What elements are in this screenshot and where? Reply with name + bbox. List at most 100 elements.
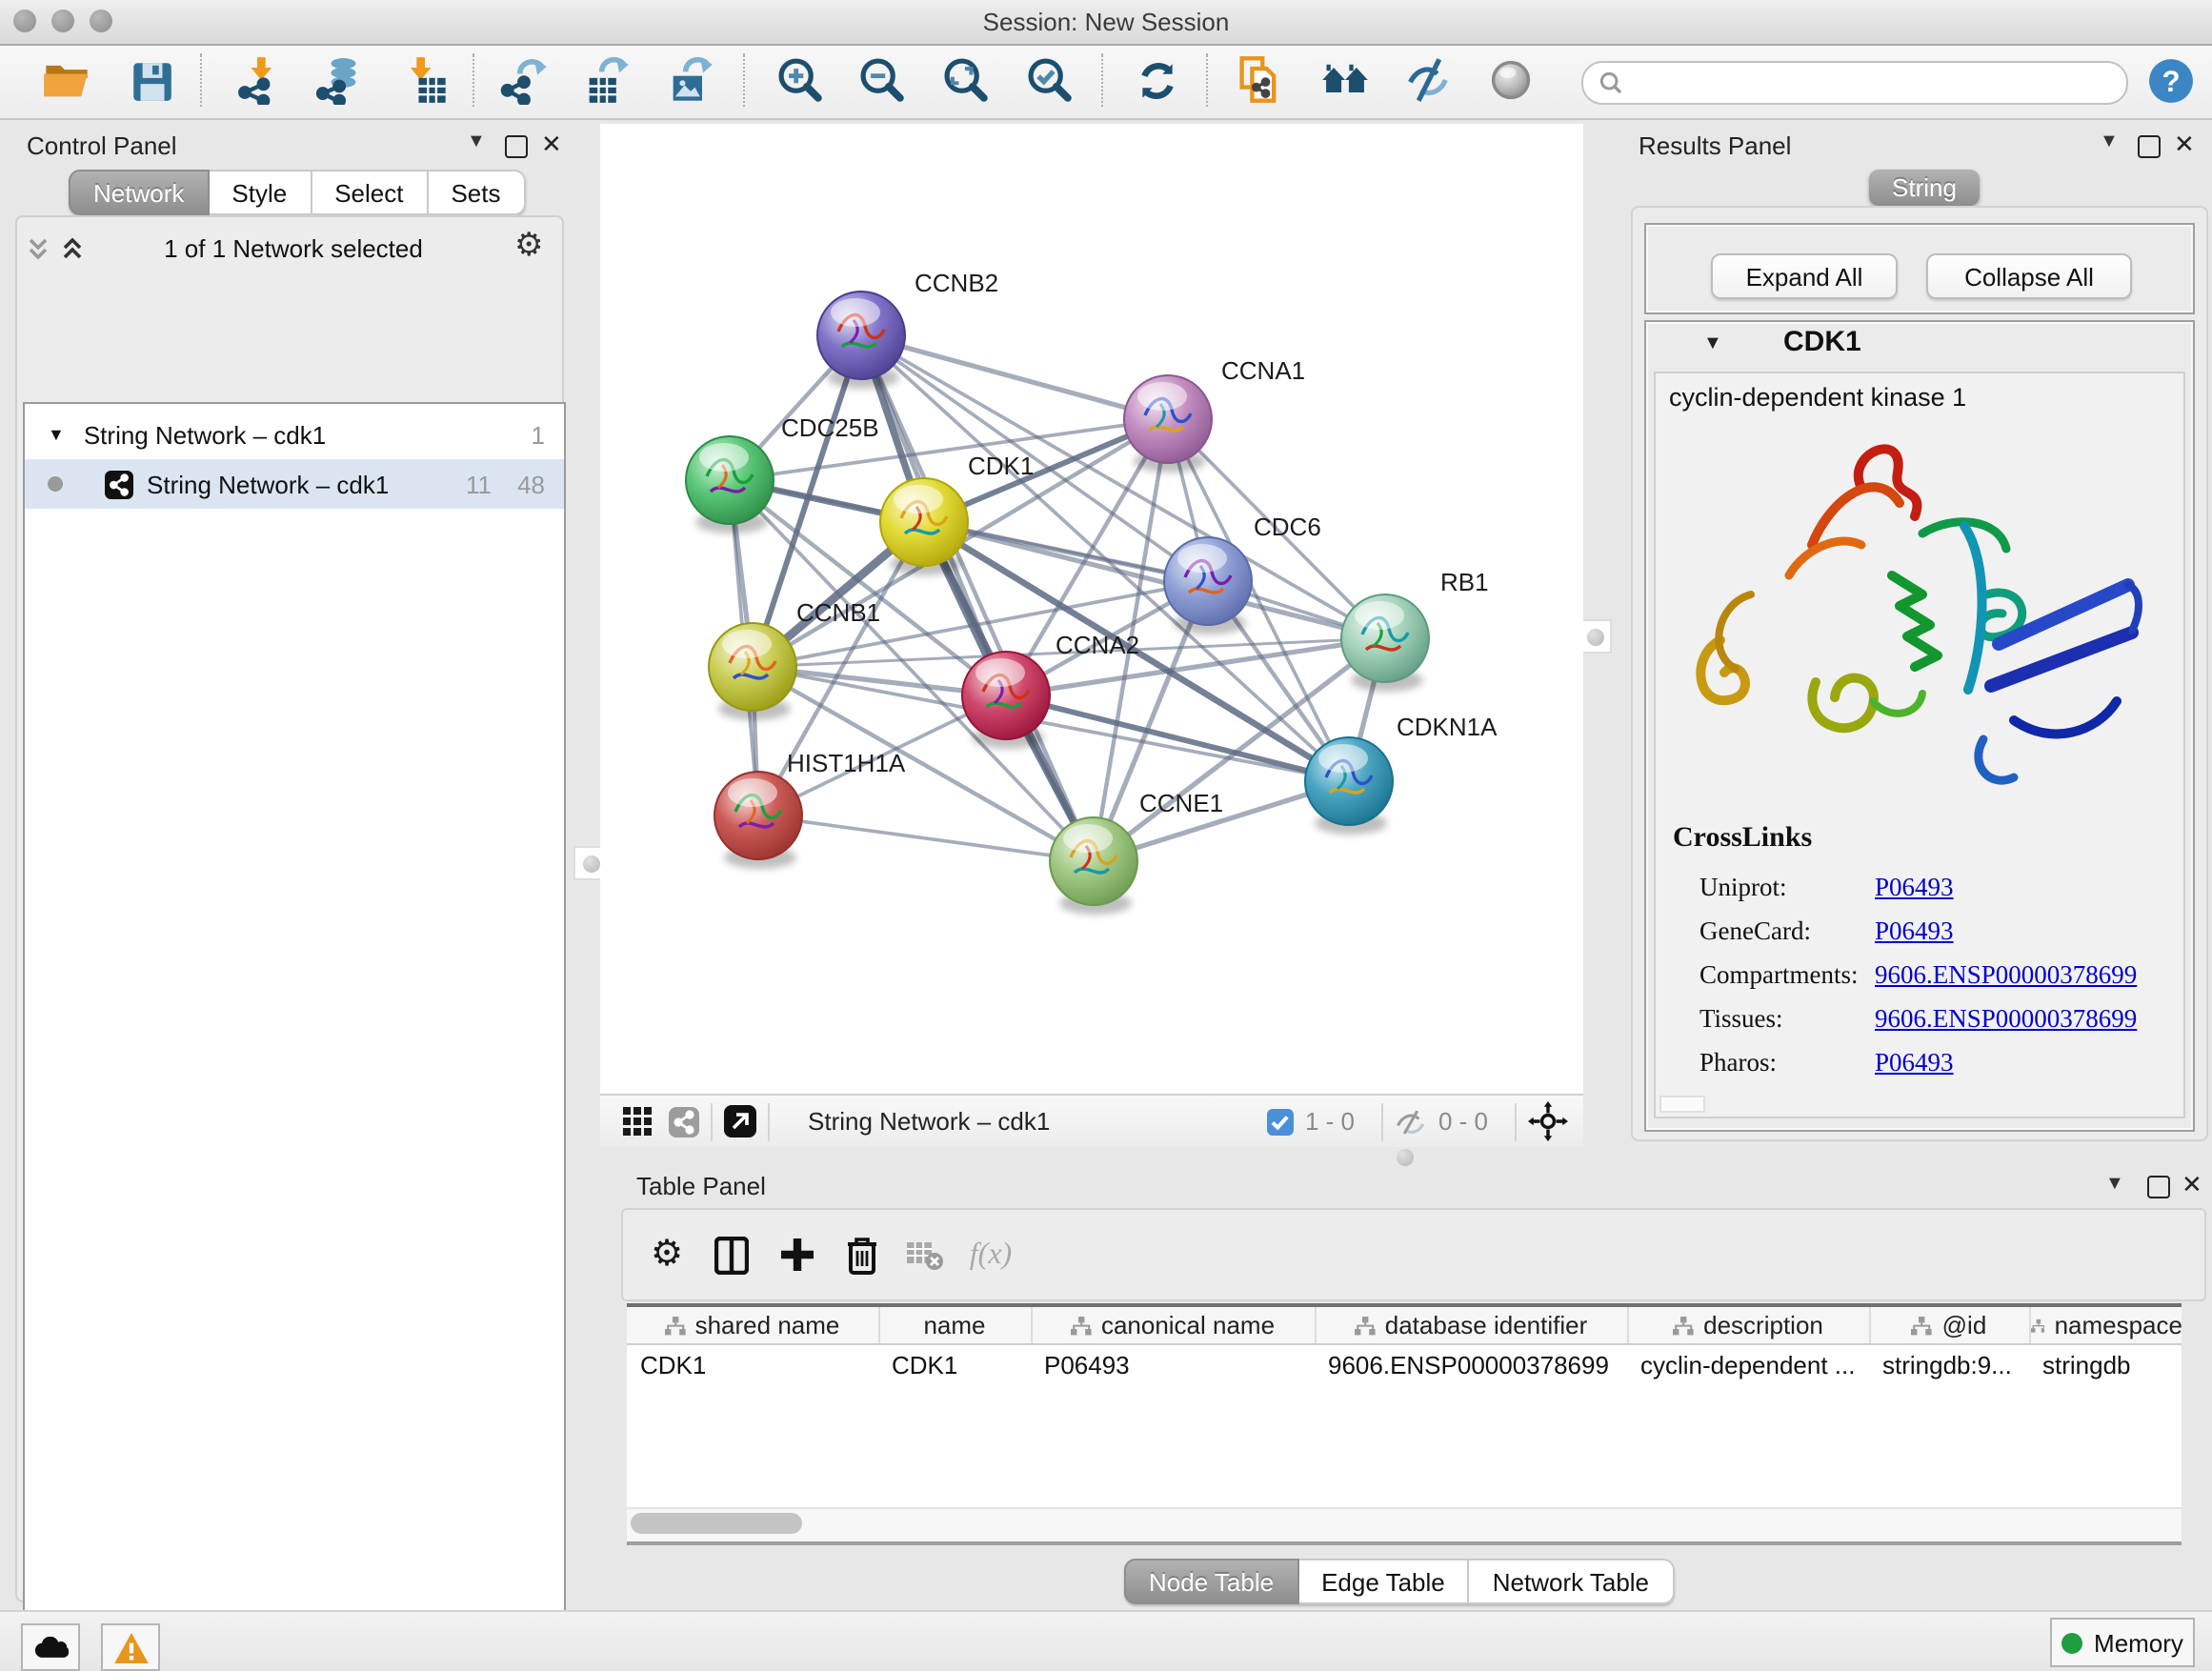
hide-selection-button[interactable] [1398, 50, 1459, 111]
collapse-all-button[interactable]: Collapse All [1926, 253, 2132, 299]
expand-all-icon[interactable] [61, 236, 84, 263]
table-cell[interactable]: stringdb [2029, 1344, 2182, 1383]
import-database-button[interactable] [307, 50, 368, 111]
zoom-fit-button[interactable] [935, 50, 996, 111]
table-cell[interactable]: cyclin-dependent ... [1627, 1344, 1869, 1383]
warning-button[interactable] [101, 1623, 160, 1671]
results-panel-collapse-icon[interactable]: ▼ [2100, 131, 2119, 152]
import-network-button[interactable] [227, 50, 288, 111]
table-cell[interactable]: 9606.ENSP00000378699 [1315, 1344, 1627, 1383]
column-header-shared-name[interactable]: shared name [627, 1307, 878, 1344]
table-cell[interactable]: CDK1 [627, 1344, 878, 1383]
network-row-label: String Network – cdk1 [147, 470, 389, 498]
table-panel-collapse-icon[interactable]: ▼ [2105, 1174, 2124, 1195]
table-cell[interactable]: P06493 [1031, 1344, 1315, 1383]
table-delete-icon[interactable] [829, 1222, 894, 1287]
refresh-button[interactable] [1126, 50, 1187, 111]
table-add-icon[interactable] [764, 1222, 829, 1287]
node-CCNB1[interactable]: CCNB1 [709, 598, 880, 720]
open-in-window-icon[interactable] [724, 1105, 756, 1137]
table-panel-float-icon[interactable] [2147, 1176, 2170, 1198]
crosslink-value[interactable]: P06493 [1875, 1047, 1954, 1077]
network-list-gear-icon[interactable]: ⚙ [514, 227, 544, 265]
collection-expander-icon[interactable]: ▼ [48, 425, 65, 444]
table-columns-icon[interactable] [699, 1222, 764, 1287]
zoom-in-button[interactable] [770, 50, 831, 111]
column-header-namespace[interactable]: namespace [2029, 1307, 2182, 1344]
tab-node-table[interactable]: Node Table [1124, 1559, 1298, 1604]
edge-CCNB2-CCNE1[interactable] [861, 335, 1094, 861]
save-session-button[interactable] [120, 50, 181, 111]
search-input[interactable] [1581, 61, 2128, 105]
column-header-name[interactable]: name [878, 1307, 1031, 1344]
crosslink-value[interactable]: 9606.ENSP00000378699 [1875, 959, 2137, 990]
node-CCNB2[interactable]: CCNB2 [817, 269, 998, 389]
delete-table-icon[interactable] [894, 1222, 958, 1287]
tab-sets[interactable]: Sets [428, 170, 525, 215]
toolbar-separator [1206, 53, 1208, 107]
expand-all-button[interactable]: Expand All [1711, 253, 1898, 299]
network-canvas[interactable]: CCNB2CCNA1CDC25BCDK1CDC6RB1CCNB1CCNA2CDK… [600, 124, 1583, 1094]
node-RB1[interactable]: RB1 [1341, 568, 1489, 692]
tab-string[interactable]: String [1869, 170, 1980, 206]
node-CDKN1A[interactable]: CDKN1A [1305, 713, 1498, 835]
node-CCNE1[interactable]: CCNE1 [1050, 789, 1223, 915]
table-row[interactable]: CDK1CDK1P064939606.ENSP00000378699cyclin… [627, 1344, 2182, 1383]
control-panel-float-icon[interactable] [505, 135, 528, 158]
node-HIST1H1A[interactable]: HIST1H1A [714, 749, 906, 869]
export-table-button[interactable] [575, 50, 636, 111]
selected-checkbox-icon[interactable] [1267, 1108, 1294, 1135]
network-collection-row[interactable]: ▼ String Network – cdk1 1 [25, 410, 564, 459]
share-document-button[interactable] [1229, 50, 1290, 111]
help-button[interactable]: ? [2140, 50, 2201, 111]
tab-network-table[interactable]: Network Table [1470, 1559, 1674, 1604]
highlight-button[interactable] [1480, 50, 1541, 111]
table-hscrollbar-thumb[interactable] [631, 1513, 802, 1534]
birds-eye-crosshair-icon[interactable] [1528, 1101, 1568, 1141]
open-session-button[interactable] [36, 50, 97, 111]
import-network-icon [232, 55, 282, 105]
node-CCNA1[interactable]: CCNA1 [1124, 356, 1305, 473]
tab-style[interactable]: Style [209, 170, 312, 215]
network-share-icon[interactable] [669, 1106, 699, 1137]
results-scrollbar-thumb[interactable] [1659, 1096, 1705, 1113]
column-header-description[interactable]: description [1627, 1307, 1869, 1344]
import-table-button[interactable] [394, 50, 455, 111]
string-network-graph[interactable]: CCNB2CCNA1CDC25BCDK1CDC6RB1CCNB1CCNA2CDK… [600, 124, 1583, 1094]
column-header-database-identifier[interactable]: database identifier [1315, 1307, 1627, 1344]
crosslink-value[interactable]: P06493 [1875, 916, 1954, 946]
table-hscrollbar[interactable] [627, 1507, 2182, 1545]
node-table[interactable]: shared namenamecanonical namedatabase id… [627, 1303, 2182, 1509]
results-panel-float-icon[interactable] [2138, 135, 2161, 158]
grid-view-icon[interactable] [623, 1107, 652, 1136]
export-network-button[interactable] [493, 50, 554, 111]
table-gear-icon[interactable]: ⚙ [634, 1222, 699, 1287]
cloud-button[interactable] [21, 1623, 80, 1671]
tab-network[interactable]: Network [69, 170, 209, 215]
tab-select[interactable]: Select [312, 170, 428, 215]
results-panel-close-icon[interactable]: ✕ [2174, 130, 2195, 160]
table-cell[interactable]: CDK1 [878, 1344, 1031, 1383]
crosslink-value[interactable]: 9606.ENSP00000378699 [1875, 1003, 2137, 1034]
zoom-out-button[interactable] [852, 50, 913, 111]
hidden-eye-icon[interactable] [1395, 1108, 1427, 1135]
table-panel-close-icon[interactable]: ✕ [2182, 1170, 2202, 1200]
crosslink-value[interactable]: P06493 [1875, 872, 1954, 902]
zoom-selected-button[interactable] [1019, 50, 1080, 111]
hidden-counts: 0 - 0 [1438, 1107, 1488, 1136]
memory-button[interactable]: Memory [2050, 1618, 2195, 1667]
gene-symbol: CDK1 [1783, 326, 1861, 358]
edge-HIST1H1A-CCNE1[interactable] [758, 815, 1094, 861]
column-header-canonical-name[interactable]: canonical name [1031, 1307, 1315, 1344]
control-panel-close-icon[interactable]: ✕ [541, 130, 562, 160]
gene-expander-icon[interactable]: ▼ [1703, 333, 1722, 354]
tab-edge-table[interactable]: Edge Table [1298, 1559, 1470, 1604]
column-header--id[interactable]: @id [1869, 1307, 2029, 1344]
collapse-all-icon[interactable] [27, 236, 50, 263]
export-image-button[interactable] [659, 50, 720, 111]
function-builder-button[interactable]: f(x) [958, 1222, 1023, 1287]
network-row-selected[interactable]: String Network – cdk1 11 48 [25, 459, 564, 509]
home-button[interactable] [1315, 50, 1376, 111]
control-panel-collapse-icon[interactable]: ▼ [467, 131, 486, 152]
table-cell[interactable]: stringdb:9... [1869, 1344, 2029, 1383]
